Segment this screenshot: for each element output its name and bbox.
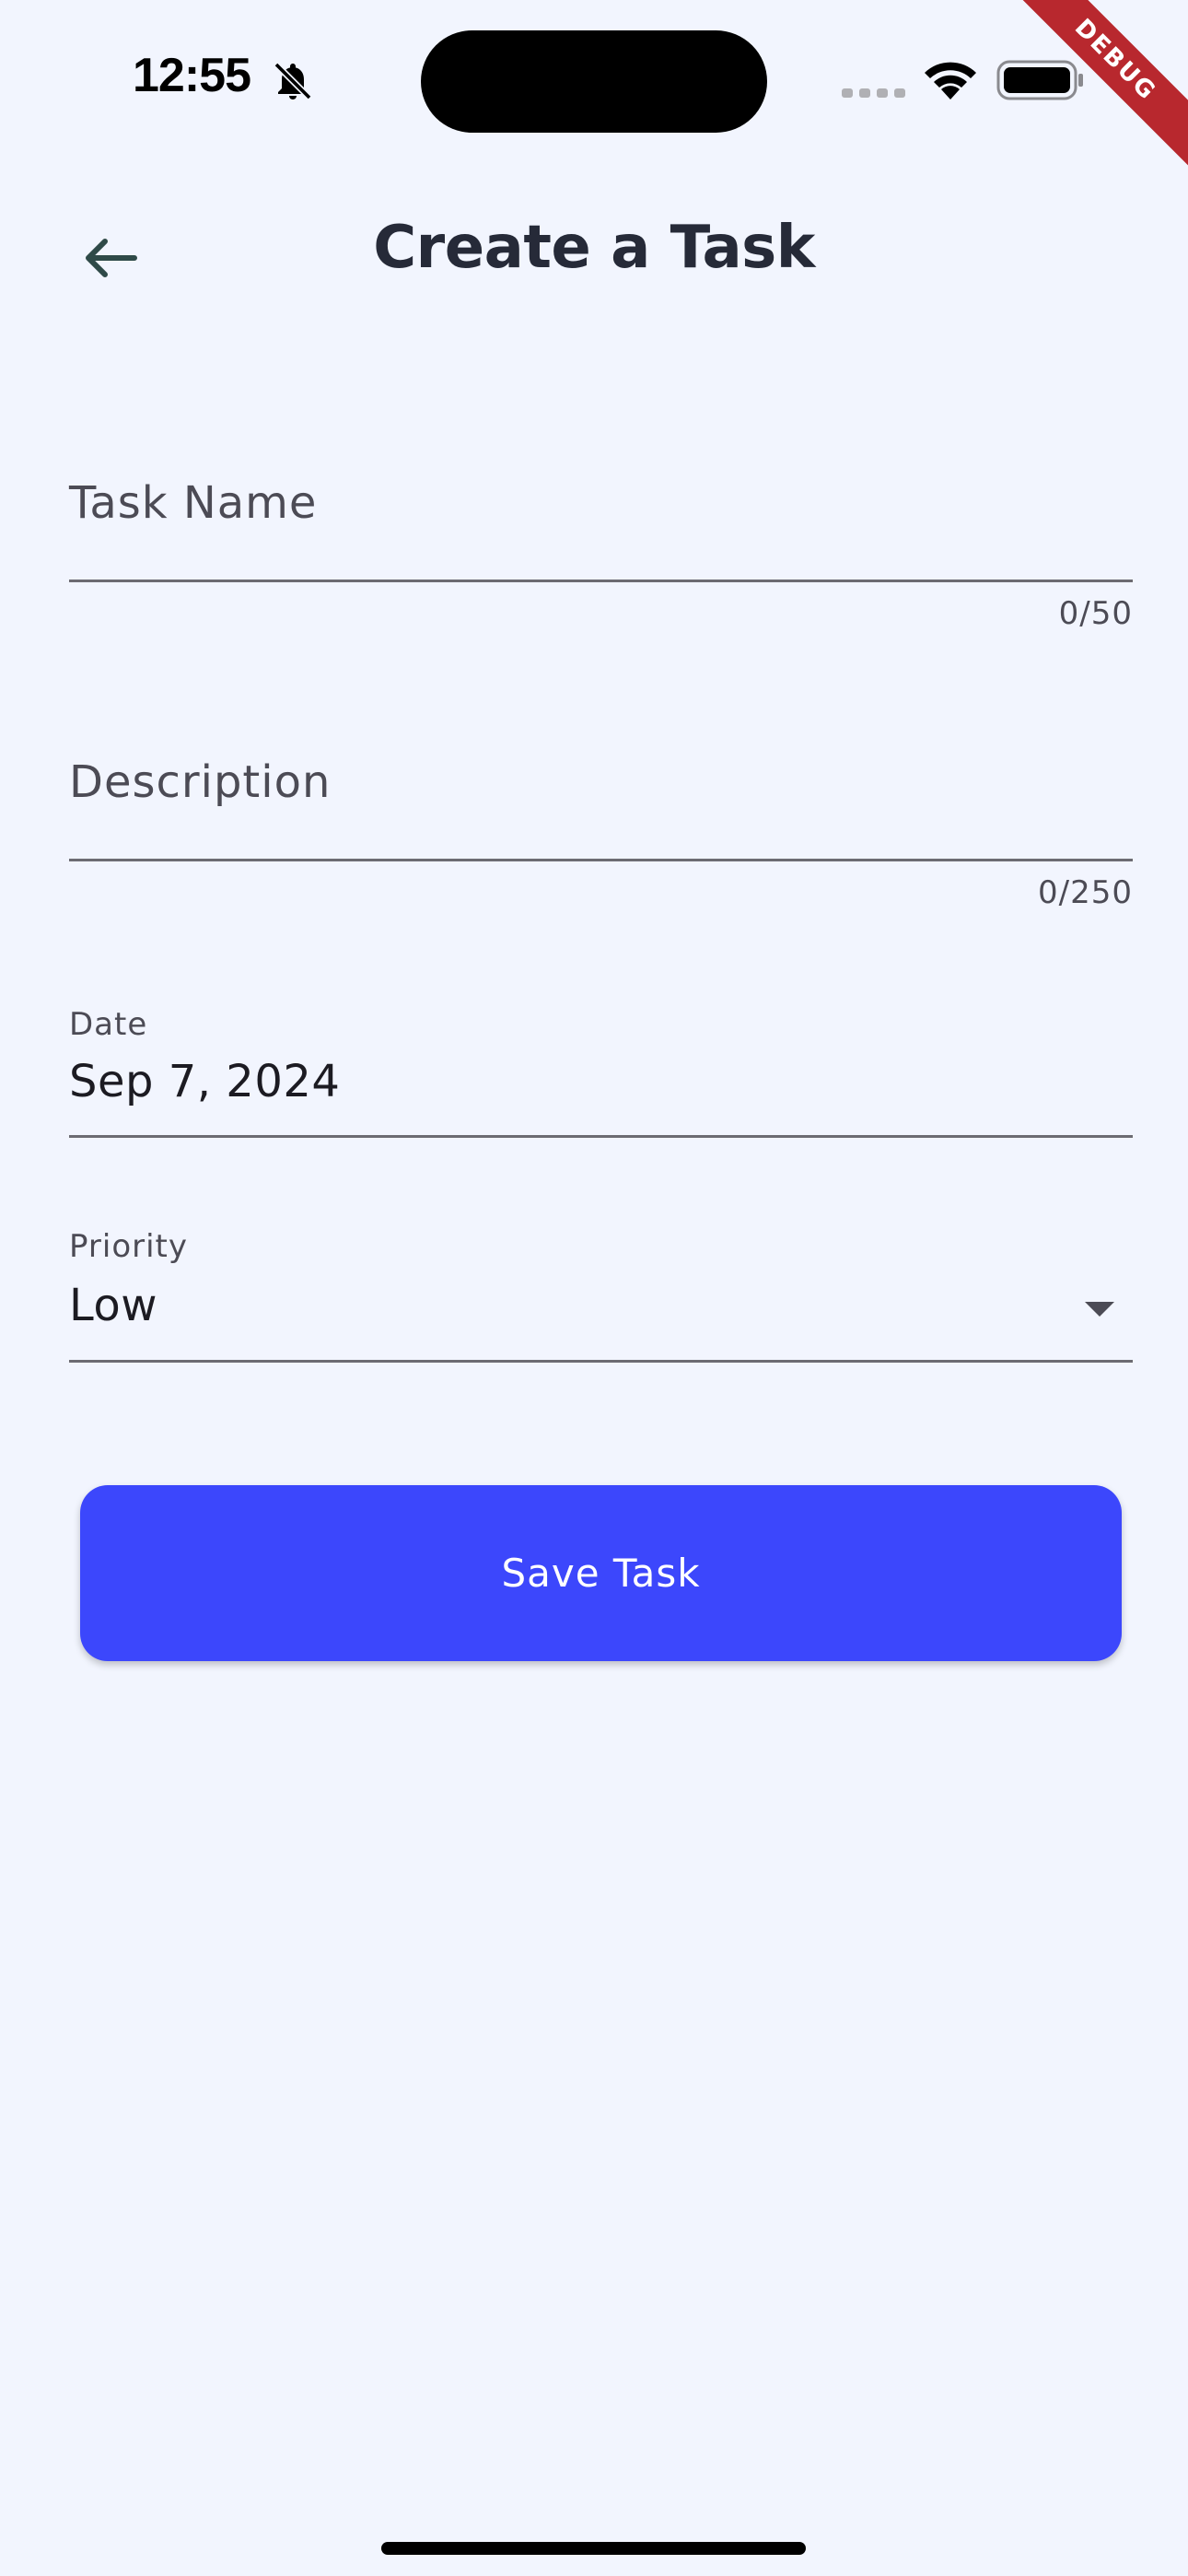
- priority-underline: [69, 1360, 1133, 1363]
- task-name-field[interactable]: Task Name 0/50: [69, 470, 1133, 636]
- date-value: Sep 7, 2024: [69, 1056, 341, 1107]
- home-indicator: [381, 2542, 806, 2555]
- description-counter: 0/250: [1038, 874, 1133, 911]
- page-title: Create a Task: [373, 214, 815, 282]
- cellular-signal-icon: [842, 88, 905, 98]
- status-time: 12:55: [133, 49, 251, 102]
- description-underline: [69, 859, 1133, 861]
- date-underline: [69, 1135, 1133, 1138]
- description-field[interactable]: Description 0/250: [69, 749, 1133, 915]
- wifi-icon: [925, 62, 976, 100]
- bell-slash-icon: [274, 62, 312, 100]
- priority-value: Low: [69, 1280, 158, 1331]
- task-name-underline: [69, 580, 1133, 582]
- date-field[interactable]: Date Sep 7, 2024: [69, 1004, 1133, 1142]
- description-placeholder: Description: [69, 756, 332, 808]
- priority-label: Priority: [69, 1228, 189, 1265]
- priority-dropdown[interactable]: Priority Low: [69, 1226, 1133, 1364]
- task-name-counter: 0/50: [1058, 595, 1133, 632]
- task-name-placeholder: Task Name: [69, 477, 318, 529]
- dropdown-arrow-icon: [1085, 1302, 1114, 1317]
- dynamic-island: [421, 30, 767, 133]
- save-task-button[interactable]: Save Task: [80, 1485, 1122, 1661]
- create-task-screen: 12:55 DEBUG Create a Task Task Name 0/50…: [0, 0, 1188, 2576]
- date-label: Date: [69, 1006, 148, 1043]
- battery-icon: [996, 60, 1083, 100]
